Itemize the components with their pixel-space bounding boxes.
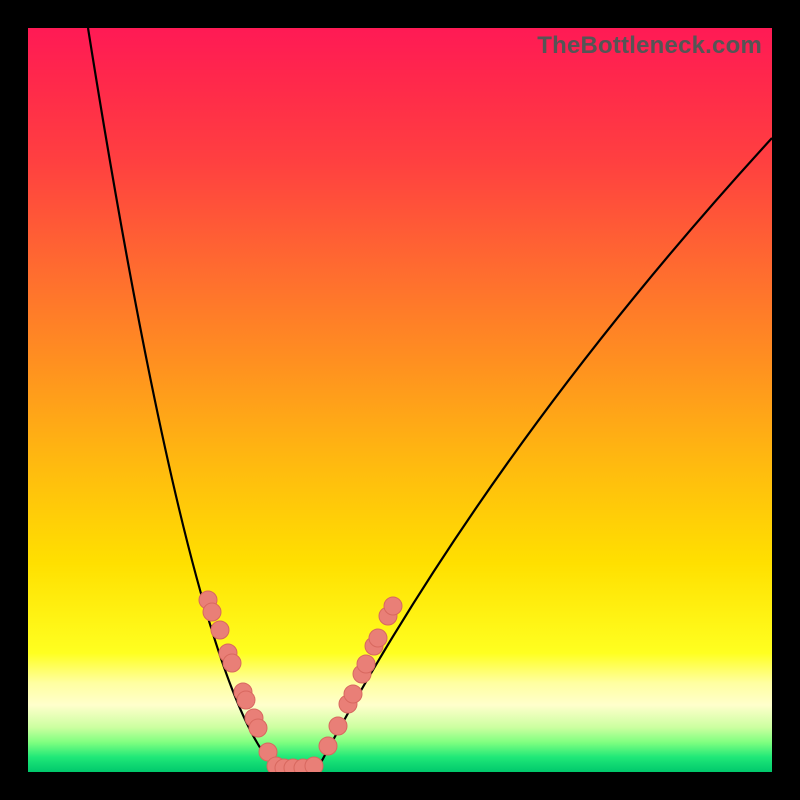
- curve-path: [88, 28, 772, 768]
- data-dot: [223, 654, 241, 672]
- data-dot: [249, 719, 267, 737]
- data-dot: [357, 655, 375, 673]
- data-dot: [319, 737, 337, 755]
- data-dot: [329, 717, 347, 735]
- data-dot: [305, 757, 323, 772]
- bottleneck-curve: [28, 28, 772, 772]
- data-dot: [369, 629, 387, 647]
- chart-frame: TheBottleneck.com: [0, 0, 800, 800]
- data-dot: [344, 685, 362, 703]
- data-dot: [211, 621, 229, 639]
- gradient-panel: TheBottleneck.com: [28, 28, 772, 772]
- data-dot: [384, 597, 402, 615]
- data-dot: [203, 603, 221, 621]
- data-dot: [237, 691, 255, 709]
